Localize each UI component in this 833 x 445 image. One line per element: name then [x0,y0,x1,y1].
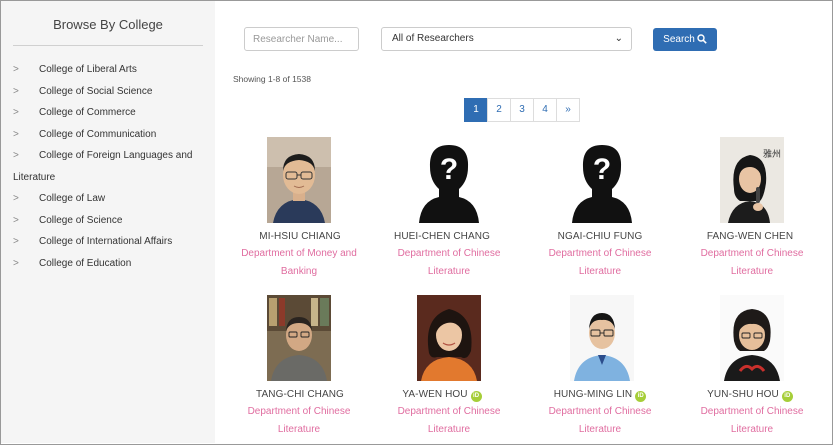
search-icon [697,34,707,44]
svg-text:雅州: 雅州 [763,148,781,160]
sidebar-item-international-affairs[interactable]: > College of International Affairs [1,231,215,253]
portrait-image [570,295,634,381]
researcher-type-select[interactable]: All of Researchers ⌄ [381,27,632,51]
sidebar-item-social-science[interactable]: > College of Social Science [1,81,215,103]
chevron-right-icon: > [13,150,19,161]
page-2-button[interactable]: 2 [487,98,511,122]
sidebar-title: Browse By College [53,17,163,32]
chevron-right-icon: > [13,107,19,118]
researcher-photo-placeholder[interactable]: ? [570,137,634,223]
researcher-department[interactable]: Department of Chinese Literature [682,403,822,439]
user-placeholder-icon: ? [570,137,634,223]
researcher-photo[interactable] [720,295,784,381]
chevron-right-icon: > [13,64,19,75]
results-count: Showing 1-8 of 1538 [233,74,311,84]
chevron-right-icon: > [13,128,19,140]
search-button[interactable]: Search [653,28,717,51]
sidebar-item-communication[interactable]: > College of Communication [1,124,215,146]
orcid-icon[interactable]: iD [635,391,647,402]
researcher-photo[interactable]: 雅州 [720,137,784,223]
researcher-department[interactable]: Department of Chinese Literature [530,403,670,439]
researcher-results: All of Researchers ⌄ Search Showing 1-8 … [215,1,832,443]
sidebar-item-foreign-languages[interactable]: > College of Foreign Languages and Literat… [1,145,215,188]
orcid-icon[interactable]: iD [470,391,482,402]
page-4-button[interactable]: 4 [533,98,557,122]
sidebar-item-law[interactable]: > College of Law [1,188,215,210]
sidebar-item-liberal-arts[interactable]: > College of Liberal Arts [1,59,215,81]
researcher-name[interactable]: YUN-SHU HOU iD [665,389,833,402]
svg-text:?: ? [593,153,611,186]
page-3-button[interactable]: 3 [510,98,534,122]
researcher-name[interactable]: NGAI-CHIU FUNG [515,231,685,242]
sidebar-divider [13,45,203,46]
portrait-image: 雅州 [720,137,784,223]
chevron-right-icon: > [13,85,19,97]
researcher-photo[interactable] [570,295,634,381]
chevron-right-icon: > [13,236,19,247]
user-placeholder-icon: ? [417,137,481,223]
researcher-photo-placeholder[interactable]: ? [417,137,481,223]
chevron-down-icon: ⌄ [614,33,623,44]
researcher-department[interactable]: Department of Chinese Literature [379,403,519,439]
researcher-photo[interactable] [267,137,331,223]
researcher-name[interactable]: HUEI-CHEN CHANG [357,231,527,242]
researcher-photo[interactable] [417,295,481,381]
svg-text:?: ? [440,153,458,186]
researcher-photo[interactable] [267,295,331,381]
chevron-right-icon: > [13,193,19,204]
orcid-icon[interactable]: iD [781,391,793,402]
researcher-name-input[interactable] [244,27,359,51]
chevron-right-icon: > [13,257,19,269]
researcher-department[interactable]: Department of Chinese Literature [682,245,822,281]
pagination: 1 2 3 4 » [464,98,580,122]
sidebar-item-science[interactable]: > College of Science [1,210,215,232]
sidebar-item-commerce[interactable]: > College of Commerce [1,102,215,124]
researcher-department[interactable]: Department of Chinese Literature [530,245,670,281]
portrait-image [720,295,784,381]
researcher-department[interactable]: Department of Money and Banking [229,245,369,281]
chevron-right-icon: > [13,214,19,226]
portrait-image [417,295,481,381]
researcher-department[interactable]: Department of Chinese Literature [229,403,369,439]
researcher-name[interactable]: YA-WEN HOU iD [357,389,527,402]
college-list: > College of Liberal Arts > College of Soc… [1,59,215,274]
next-page-button[interactable]: » [556,98,580,122]
browse-sidebar: Browse By College > College of Liberal Ar… [1,1,215,443]
researcher-name[interactable]: HUNG-MING LIN iD [515,389,685,402]
portrait-image [267,137,331,223]
researcher-department[interactable]: Department of Chinese Literature [379,245,519,281]
portrait-image [267,295,331,381]
sidebar-item-education[interactable]: > College of Education [1,253,215,275]
page-1-button[interactable]: 1 [464,98,488,122]
researcher-name[interactable]: FANG-WEN CHEN [665,231,833,242]
